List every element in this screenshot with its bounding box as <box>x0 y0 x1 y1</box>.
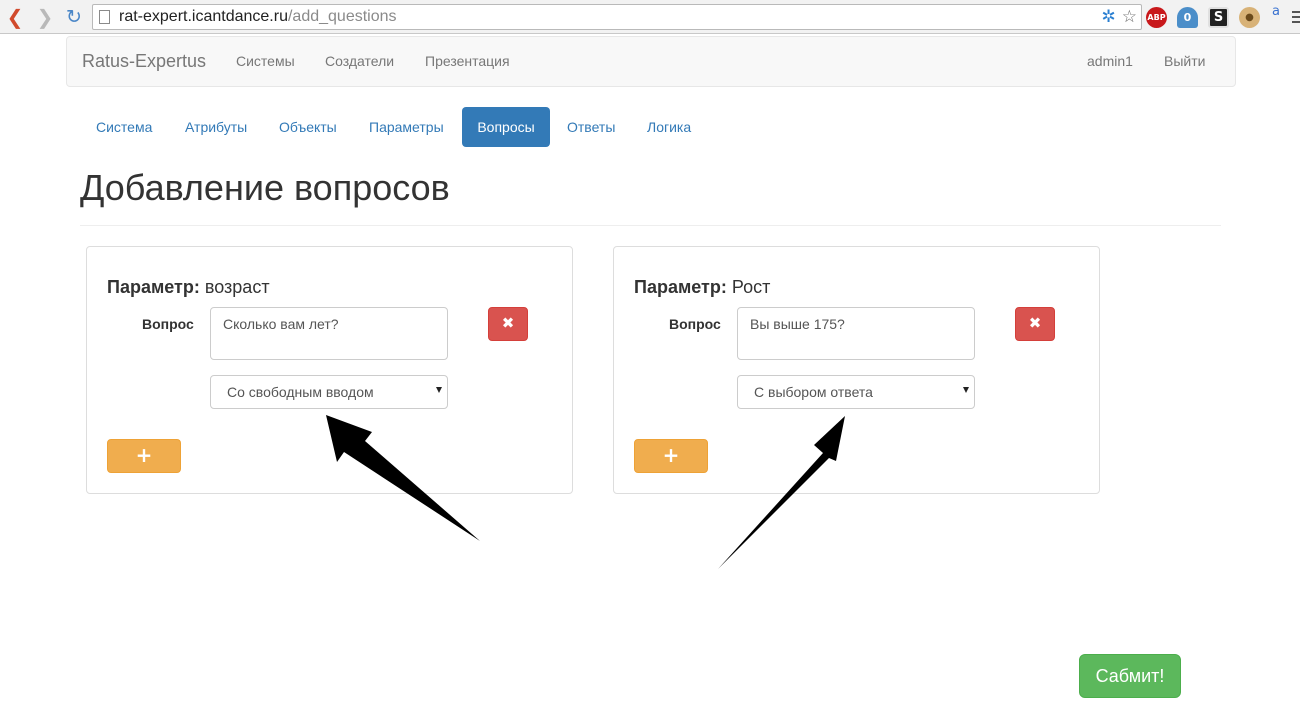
brand-link[interactable]: Ratus-Expertus <box>82 51 206 72</box>
question-type-value: С выбором ответа <box>754 384 873 400</box>
tab-system[interactable]: Система <box>81 107 167 147</box>
tab-parameters[interactable]: Параметры <box>354 107 459 147</box>
question-card: Параметр: возраст Вопрос Сколько вам лет… <box>86 246 573 494</box>
nav-link-user[interactable]: admin1 <box>1087 53 1133 69</box>
question-type-select[interactable]: Со свободным вводом <box>210 375 448 409</box>
tab-attributes[interactable]: Атрибуты <box>170 107 262 147</box>
caret-down-icon <box>963 387 969 393</box>
nav-link-systems[interactable]: Системы <box>236 53 295 69</box>
question-type-value: Со свободным вводом <box>227 384 374 400</box>
address-bar[interactable]: rat-expert.icantdance.ru/add_questions ✲… <box>92 4 1142 30</box>
tab-objects[interactable]: Объекты <box>264 107 352 147</box>
nav-link-presentation[interactable]: Презентация <box>425 53 510 69</box>
parameter-heading: Параметр: Рост <box>634 277 770 298</box>
question-label: Вопрос <box>669 316 721 332</box>
nav-link-creators[interactable]: Создатели <box>325 53 394 69</box>
parameter-label: Параметр: <box>634 277 727 297</box>
add-button[interactable]: + <box>107 439 181 473</box>
submit-button[interactable]: Сабмит! <box>1079 654 1181 698</box>
parameter-value: Рост <box>731 277 771 297</box>
plus-icon: + <box>135 443 153 467</box>
navbar: Ratus-Expertus Системы Создатели Презент… <box>66 36 1236 87</box>
question-type-select[interactable]: С выбором ответа <box>737 375 975 409</box>
delete-icon: ✖ <box>501 314 515 332</box>
nav-link-logout[interactable]: Выйти <box>1164 53 1205 69</box>
question-textarea[interactable]: Вы выше 175? <box>737 307 975 360</box>
parameter-label: Параметр: <box>107 277 200 297</box>
s-extension-label: S <box>1213 9 1224 25</box>
url-path: /add_questions <box>287 8 397 25</box>
cookie-icon[interactable]: ● <box>1239 6 1260 28</box>
tab-logic[interactable]: Логика <box>632 107 706 147</box>
delete-icon: ✖ <box>1028 314 1042 332</box>
add-button[interactable]: + <box>634 439 708 473</box>
caret-down-icon <box>436 387 442 393</box>
ghostery-badge: 0 <box>1183 10 1192 24</box>
extension-icon[interactable]: ✲ <box>1102 7 1116 27</box>
page-title: Добавление вопросов <box>80 167 450 208</box>
delete-button[interactable]: ✖ <box>488 307 528 341</box>
adblock-icon[interactable]: ABP <box>1146 6 1167 28</box>
question-label: Вопрос <box>142 316 194 332</box>
page-icon <box>99 10 110 24</box>
translate-icon[interactable]: a <box>1270 1 1282 22</box>
back-arrow-icon[interactable]: ❮ <box>4 6 26 28</box>
plus-icon: + <box>662 443 680 467</box>
s-extension-icon[interactable]: S <box>1208 6 1229 28</box>
delete-button[interactable]: ✖ <box>1015 307 1055 341</box>
forward-arrow-icon[interactable]: ❯ <box>34 6 56 28</box>
star-icon[interactable]: ☆ <box>1122 7 1137 27</box>
question-card: Параметр: Рост Вопрос Вы выше 175? ✖ С в… <box>613 246 1100 494</box>
tab-answers[interactable]: Ответы <box>552 107 630 147</box>
tab-questions[interactable]: Вопросы <box>462 107 550 147</box>
menu-icon[interactable] <box>1292 11 1300 23</box>
divider <box>80 225 1221 226</box>
url-host: rat-expert.icantdance.ru <box>119 8 288 25</box>
reload-icon[interactable]: ↻ <box>63 6 85 28</box>
parameter-value: возраст <box>204 277 270 297</box>
ghostery-icon[interactable]: 0 <box>1177 6 1198 28</box>
translate-label: a <box>1272 3 1280 19</box>
url-text[interactable]: rat-expert.icantdance.ru/add_questions <box>119 8 397 26</box>
adblock-label: ABP <box>1147 12 1166 22</box>
browser-toolbar: ❮ ❯ ↻ rat-expert.icantdance.ru/add_quest… <box>0 0 1300 34</box>
question-textarea[interactable]: Сколько вам лет? <box>210 307 448 360</box>
parameter-heading: Параметр: возраст <box>107 277 270 298</box>
